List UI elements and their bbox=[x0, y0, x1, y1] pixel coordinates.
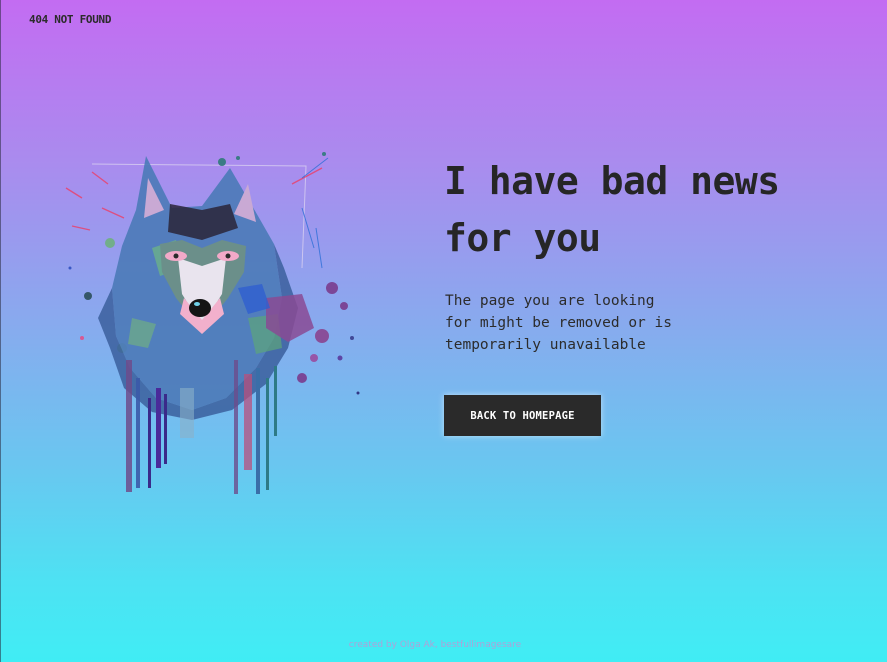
brand-label: 404 NOT FOUND bbox=[29, 13, 112, 26]
error-message: The page you are looking for might be re… bbox=[445, 293, 672, 353]
footer-credit[interactable]: created by Olga Ak, bestfullimagesare bbox=[0, 640, 870, 650]
page-headline: I have bad news for you bbox=[444, 159, 780, 260]
wolf-illustration bbox=[52, 148, 364, 496]
back-to-homepage-button[interactable]: BACK TO HOMEPAGE bbox=[444, 395, 601, 436]
wolf-icon bbox=[65, 152, 360, 494]
page-left-border bbox=[0, 0, 1, 662]
